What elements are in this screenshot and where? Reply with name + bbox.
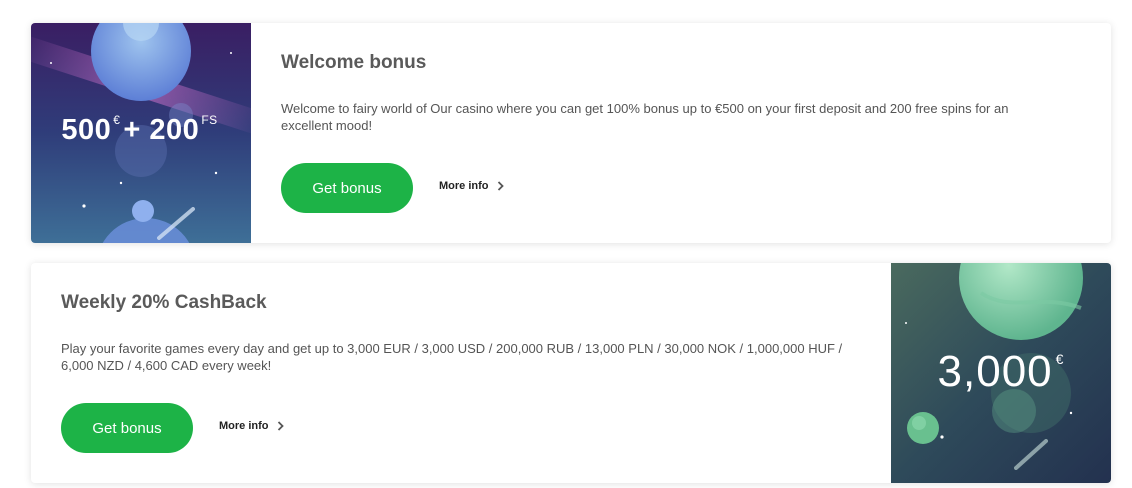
offer-card-cashback: Weekly 20% CashBack Play your favorite g… (31, 263, 1111, 483)
welcome-bonus-image: 500 € + 200 FS (31, 23, 251, 243)
get-bonus-button[interactable]: Get bonus (61, 403, 193, 453)
offer-title: Welcome bonus (281, 52, 427, 73)
chevron-right-icon (497, 181, 504, 191)
cashback-amount-text: 3,000 € (937, 347, 1065, 396)
more-info-link[interactable]: More info (439, 180, 504, 192)
more-info-label: More info (439, 180, 489, 192)
bonus-amount-text: 500 € + 200 FS (61, 113, 218, 146)
get-bonus-button[interactable]: Get bonus (281, 163, 413, 213)
offer-card-welcome: 500 € + 200 FS Welcome bonus Welcome to fai… (31, 23, 1111, 243)
offer-title: Weekly 20% CashBack (61, 292, 267, 313)
more-info-label: More info (219, 420, 269, 432)
offer-description: Welcome to fairy world of Our casino whe… (281, 101, 1009, 133)
more-info-link[interactable]: More info (219, 420, 284, 432)
chevron-right-icon (277, 421, 284, 431)
cashback-image: 3,000 € (891, 263, 1111, 483)
offer-description: Play your favorite games every day and g… (61, 341, 843, 373)
